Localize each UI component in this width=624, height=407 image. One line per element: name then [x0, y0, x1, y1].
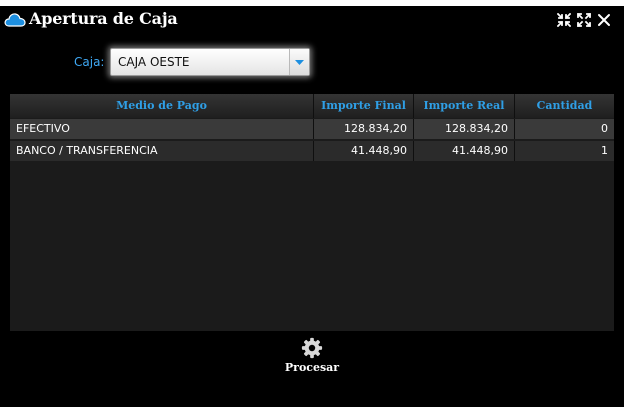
table-row[interactable]: BANCO / TRANSFERENCIA 41.448,90 41.448,9… [10, 141, 614, 161]
cell-importe-real[interactable]: 128.834,20 [413, 119, 514, 139]
cell-cantidad: 0 [514, 119, 614, 139]
grid-header: Medio de Pago Importe Final Importe Real… [10, 94, 614, 118]
caja-dropdown-button[interactable] [289, 49, 309, 75]
column-header-cantidad[interactable]: Cantidad [514, 94, 614, 118]
column-header-medio-de-pago[interactable]: Medio de Pago [10, 94, 313, 118]
cell-medio-de-pago: BANCO / TRANSFERENCIA [16, 144, 158, 157]
cell-importe-final: 41.448,90 [313, 141, 413, 161]
column-header-importe-real[interactable]: Importe Real [413, 94, 514, 118]
cell-medio-de-pago: EFECTIVO [16, 122, 70, 135]
cloud-icon [4, 13, 26, 27]
apertura-caja-window: Apertura de Caja Caja: CAJA OESTE Medio … [0, 6, 624, 407]
expand-arrows-icon[interactable] [577, 13, 591, 27]
gear-icon [301, 337, 323, 359]
cell-cantidad: 1 [514, 141, 614, 161]
close-icon[interactable] [597, 13, 611, 27]
process-label: Procesar [284, 361, 340, 374]
column-header-importe-final[interactable]: Importe Final [313, 94, 413, 118]
dropdown-arrow-icon [295, 60, 304, 65]
caja-select[interactable]: CAJA OESTE [110, 48, 310, 76]
caja-label: Caja: [74, 55, 105, 69]
payment-methods-grid: Medio de Pago Importe Final Importe Real… [10, 94, 614, 331]
caja-select-value: CAJA OESTE [118, 55, 190, 69]
window-title: Apertura de Caja [29, 9, 178, 28]
cell-importe-real[interactable]: 41.448,90 [413, 141, 514, 161]
cell-importe-final: 128.834,20 [313, 119, 413, 139]
table-row[interactable]: EFECTIVO 128.834,20 128.834,20 0 [10, 119, 614, 139]
process-button[interactable]: Procesar [280, 337, 344, 374]
title-bar: Apertura de Caja [0, 6, 624, 34]
collapse-arrows-icon[interactable] [557, 13, 571, 27]
